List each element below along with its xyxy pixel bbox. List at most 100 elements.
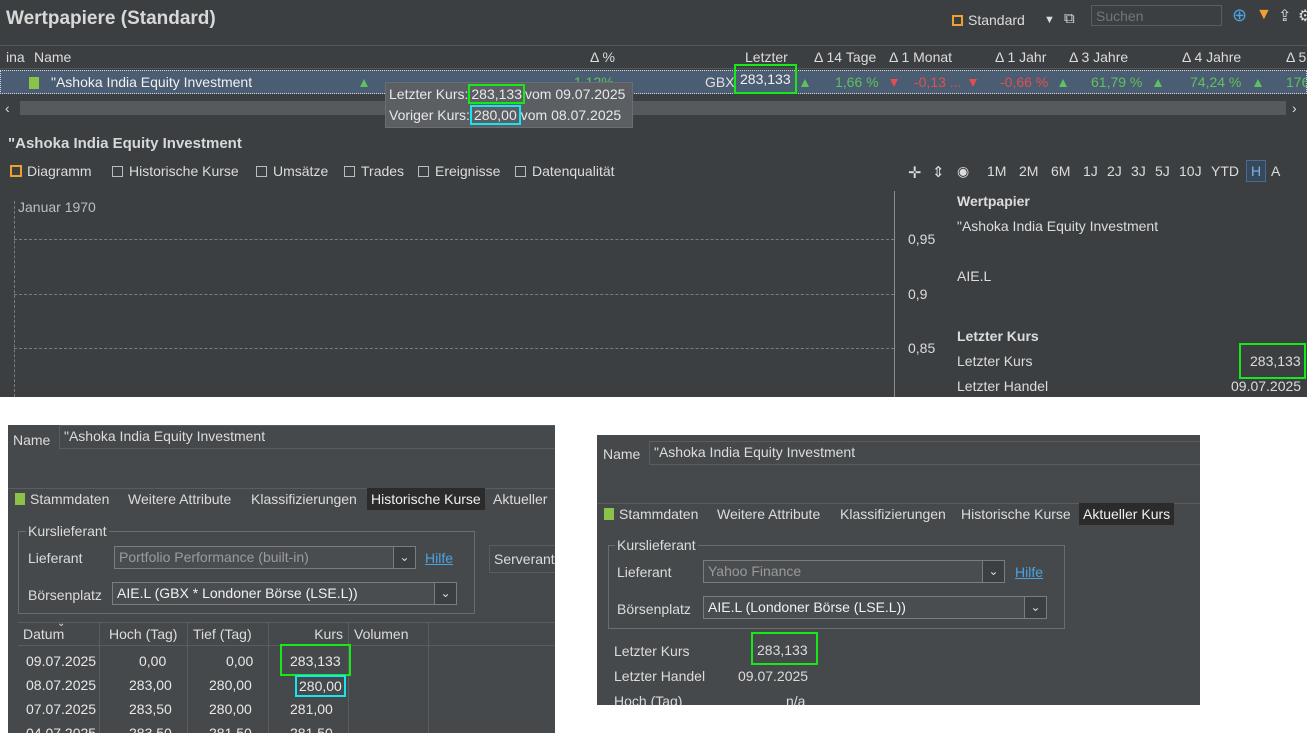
provider-select[interactable]: Portfolio Performance (built-in) ⌄	[114, 546, 416, 569]
tab-stammdaten[interactable]: Stammdaten	[600, 503, 702, 525]
security-name: "Ashoka India Equity Investment	[51, 74, 253, 90]
period-1m[interactable]: 1M	[987, 163, 1006, 179]
table-row[interactable]: "Ashoka India Equity Investment 1,12% GB…	[0, 64, 1307, 94]
window-icon[interactable]: ⧉	[1064, 10, 1075, 27]
col-3y[interactable]: Δ 3 Jahre	[1069, 49, 1128, 65]
period-3j[interactable]: 3J	[1131, 163, 1146, 179]
tab-diagramm[interactable]: Diagramm	[10, 163, 92, 179]
tab-stammdaten[interactable]: Stammdaten	[11, 488, 113, 510]
period-5j[interactable]: 5J	[1155, 163, 1170, 179]
cell-price: 281,50	[290, 725, 333, 733]
scale-icon[interactable]: ⇕	[932, 163, 945, 181]
delta-3y: 61,79 %	[1091, 74, 1143, 90]
period-10j[interactable]: 10J	[1179, 163, 1202, 179]
high-value: n/a	[786, 693, 806, 705]
cell-high: 283,50	[129, 725, 172, 733]
filter-icon[interactable]: ▼	[1256, 6, 1272, 24]
tab-trades[interactable]: Trades	[344, 163, 404, 179]
col-ina[interactable]: ina	[6, 49, 25, 65]
cell-low: 0,00	[226, 653, 254, 669]
col-delta-pct[interactable]: Δ %	[590, 49, 615, 65]
exchange-select[interactable]: AIE.L (GBX * Londoner Börse (LSE.L)) ⌄	[112, 582, 457, 605]
tab-aktueller-kurs[interactable]: Aktueller Kurs	[1079, 503, 1175, 525]
tab-historische-kurse[interactable]: Historische Kurse	[957, 503, 1075, 525]
high-label: Hoch (Tag)	[614, 693, 683, 705]
col-hoch[interactable]: Hoch (Tag)	[100, 623, 188, 647]
name-field[interactable]: "Ashoka India Equity Investment	[59, 425, 555, 449]
name-field[interactable]: "Ashoka India Equity Investment	[649, 441, 1200, 465]
tab-klassifizierungen[interactable]: Klassifizierungen	[836, 503, 950, 525]
crosshair-icon[interactable]: ✛	[908, 163, 921, 183]
col-4y[interactable]: Δ 4 Jahre	[1182, 49, 1241, 65]
tab-label: Historische Kurse	[129, 163, 239, 179]
period-2j[interactable]: 2J	[1107, 163, 1122, 179]
tab-weitere-attribute[interactable]: Weitere Attribute	[713, 503, 824, 525]
price-chart[interactable]: Januar 1970	[14, 191, 894, 397]
help-link[interactable]: Hilfe	[425, 550, 453, 566]
scroll-right-icon[interactable]: ›	[1292, 100, 1297, 116]
history-table-header: Datum Hoch (Tag) Tief (Tag) Kurs Volumen	[18, 622, 555, 647]
period-ytd[interactable]: YTD	[1211, 163, 1239, 179]
sort-icon: ⌄	[57, 618, 66, 629]
help-link[interactable]: Hilfe	[1015, 564, 1043, 580]
tab-icon	[515, 166, 526, 177]
add-icon[interactable]: ⊕	[1232, 5, 1247, 26]
cell-date: 08.07.2025	[26, 677, 97, 693]
period-h[interactable]: H	[1246, 160, 1267, 182]
period-2m[interactable]: 2M	[1019, 163, 1038, 179]
tab-weitere-attribute[interactable]: Weitere Attribute	[124, 488, 235, 510]
chevron-down-icon[interactable]: ⌄	[982, 561, 1004, 582]
col-14d[interactable]: Δ 14 Tage	[814, 49, 876, 65]
period-a[interactable]: A	[1271, 163, 1280, 179]
col-name[interactable]: Name	[34, 49, 71, 65]
document-icon	[604, 508, 614, 520]
view-selector[interactable]: Standard	[952, 12, 1025, 28]
tab-klassifizierungen[interactable]: Klassifizierungen	[247, 488, 361, 510]
tab-historische-kurse[interactable]: Historische Kurse	[112, 163, 239, 179]
window-title: Wertpapiere (Standard)	[6, 8, 216, 29]
period-6m[interactable]: 6M	[1051, 163, 1070, 179]
tab-datenqualitaet[interactable]: Datenqualität	[515, 163, 615, 179]
tab-aktueller[interactable]: Aktueller	[489, 488, 551, 510]
tab-umsaetze[interactable]: Umsätze	[256, 163, 328, 179]
chevron-down-icon[interactable]: ⌄	[393, 547, 415, 568]
export-icon[interactable]: ⇪	[1278, 6, 1291, 26]
info-security-name: "Ashoka India Equity Investment	[957, 218, 1159, 234]
tab-icon	[418, 166, 429, 177]
tooltip-label: Letzter Kurs:	[389, 86, 469, 102]
period-1j[interactable]: 1J	[1083, 163, 1098, 179]
col-tief[interactable]: Tief (Tag)	[188, 623, 269, 647]
col-last[interactable]: Letzter	[745, 49, 788, 65]
exchange-select[interactable]: AIE.L (Londoner Börse (LSE.L)) ⌄	[703, 596, 1047, 619]
security-editor-historical: Name "Ashoka India Equity Investment Sta…	[8, 425, 555, 733]
delta-5y: 176	[1286, 74, 1307, 90]
provider-select[interactable]: Yahoo Finance ⌄	[703, 560, 1005, 583]
hide-icon[interactable]: ◉	[957, 163, 969, 180]
group-title: Kurslieferant	[615, 537, 698, 553]
col-volumen[interactable]: Volumen	[349, 623, 429, 647]
tab-historische-kurse[interactable]: Historische Kurse	[367, 488, 485, 510]
scrollbar-thumb[interactable]	[20, 101, 1286, 115]
tab-ereignisse[interactable]: Ereignisse	[418, 163, 500, 179]
chevron-down-icon[interactable]: ⌄	[1024, 597, 1046, 618]
col-1y[interactable]: Δ 1 Jahr	[995, 49, 1046, 65]
tab-icon	[344, 166, 355, 177]
scroll-left-icon[interactable]: ‹	[5, 100, 10, 116]
cell-high: 283,50	[129, 701, 172, 717]
exchange-value: AIE.L (GBX * Londoner Börse (LSE.L))	[117, 585, 358, 601]
info-last-trade-label: Letzter Handel	[957, 378, 1049, 394]
search-input[interactable]	[1091, 5, 1222, 26]
currency: GBX	[705, 74, 735, 90]
name-label: Name	[13, 432, 51, 448]
server-button[interactable]: Serverant	[489, 545, 555, 573]
chevron-down-icon[interactable]: ▼	[1044, 14, 1055, 26]
tooltip-label: Voriger Kurs:	[389, 107, 470, 123]
chevron-down-icon[interactable]: ⌄	[434, 583, 456, 604]
col-1m[interactable]: Δ 1 Monat	[889, 49, 952, 65]
cell-low: 280,00	[209, 677, 252, 693]
tooltip-date: vom 08.07.2025	[520, 107, 622, 123]
gear-icon[interactable]: ⚙	[1298, 6, 1307, 26]
col-5y[interactable]: Δ 5	[1286, 49, 1306, 65]
cell-low: 280,00	[209, 701, 252, 717]
provider-value: Yahoo Finance	[708, 563, 802, 579]
